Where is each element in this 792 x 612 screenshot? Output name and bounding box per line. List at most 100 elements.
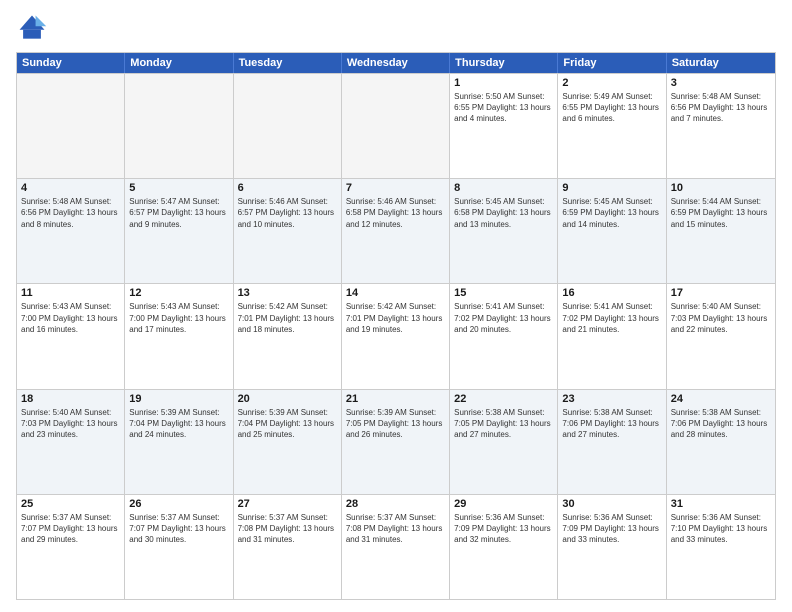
day-number: 13 <box>238 287 337 299</box>
day-info: Sunrise: 5:44 AM Sunset: 6:59 PM Dayligh… <box>671 196 771 230</box>
day-number: 12 <box>129 287 228 299</box>
day-cell-10: 10 Sunrise: 5:44 AM Sunset: 6:59 PM Dayli… <box>667 179 775 283</box>
day-info: Sunrise: 5:45 AM Sunset: 6:58 PM Dayligh… <box>454 196 553 230</box>
day-cell-27: 27Sunrise: 5:37 AM Sunset: 7:08 PM Dayli… <box>234 495 342 599</box>
day-number: 2 <box>562 77 661 89</box>
day-number: 20 <box>238 393 337 405</box>
day-cell-1: 1Sunrise: 5:50 AM Sunset: 6:55 PM Daylig… <box>450 74 558 178</box>
day-info: Sunrise: 5:39 AM Sunset: 7:04 PM Dayligh… <box>129 407 228 441</box>
day-number: 6 <box>238 182 337 194</box>
day-info: Sunrise: 5:37 AM Sunset: 7:07 PM Dayligh… <box>21 512 120 546</box>
day-number: 11 <box>21 287 120 299</box>
day-number: 7 <box>346 182 445 194</box>
day-info: Sunrise: 5:37 AM Sunset: 7:08 PM Dayligh… <box>346 512 445 546</box>
day-number: 25 <box>21 498 120 510</box>
day-cell-31: 31 Sunrise: 5:36 AM Sunset: 7:10 PM Dayli… <box>667 495 775 599</box>
header-cell-monday: Monday <box>125 53 233 73</box>
day-number: 21 <box>346 393 445 405</box>
day-info: Sunrise: 5:41 AM Sunset: 7:02 PM Dayligh… <box>562 301 661 335</box>
header-cell-thursday: Thursday <box>450 53 558 73</box>
day-cell-9: 9 Sunrise: 5:45 AM Sunset: 6:59 PM Daylig… <box>558 179 666 283</box>
empty-cell <box>125 74 233 178</box>
day-cell-8: 8Sunrise: 5:45 AM Sunset: 6:58 PM Daylig… <box>450 179 558 283</box>
day-info: Sunrise: 5:39 AM Sunset: 7:05 PM Dayligh… <box>346 407 445 441</box>
day-cell-30: 30 Sunrise: 5:36 AM Sunset: 7:09 PM Dayli… <box>558 495 666 599</box>
day-info: Sunrise: 5:38 AM Sunset: 7:06 PM Dayligh… <box>671 407 771 441</box>
day-number: 22 <box>454 393 553 405</box>
week-row-2: 11 Sunrise: 5:43 AM Sunset: 7:00 PM Dayli… <box>17 283 775 388</box>
day-number: 24 <box>671 393 771 405</box>
day-number: 10 <box>671 182 771 194</box>
day-cell-3: 3Sunrise: 5:48 AM Sunset: 6:56 PM Daylig… <box>667 74 775 178</box>
week-row-3: 18 Sunrise: 5:40 AM Sunset: 7:03 PM Dayli… <box>17 389 775 494</box>
day-cell-24: 24 Sunrise: 5:38 AM Sunset: 7:06 PM Dayli… <box>667 390 775 494</box>
day-info: Sunrise: 5:37 AM Sunset: 7:07 PM Dayligh… <box>129 512 228 546</box>
day-cell-7: 7 Sunrise: 5:46 AM Sunset: 6:58 PM Daylig… <box>342 179 450 283</box>
day-number: 16 <box>562 287 661 299</box>
day-cell-26: 26 Sunrise: 5:37 AM Sunset: 7:07 PM Dayli… <box>125 495 233 599</box>
day-info: Sunrise: 5:36 AM Sunset: 7:09 PM Dayligh… <box>454 512 553 546</box>
day-info: Sunrise: 5:48 AM Sunset: 6:56 PM Dayligh… <box>671 91 771 125</box>
day-info: Sunrise: 5:49 AM Sunset: 6:55 PM Dayligh… <box>562 91 661 125</box>
day-info: Sunrise: 5:42 AM Sunset: 7:01 PM Dayligh… <box>238 301 337 335</box>
day-info: Sunrise: 5:45 AM Sunset: 6:59 PM Dayligh… <box>562 196 661 230</box>
day-cell-21: 21 Sunrise: 5:39 AM Sunset: 7:05 PM Dayli… <box>342 390 450 494</box>
calendar: SundayMondayTuesdayWednesdayThursdayFrid… <box>16 52 776 600</box>
day-info: Sunrise: 5:46 AM Sunset: 6:58 PM Dayligh… <box>346 196 445 230</box>
logo <box>16 12 52 44</box>
week-row-4: 25 Sunrise: 5:37 AM Sunset: 7:07 PM Dayli… <box>17 494 775 599</box>
day-cell-5: 5 Sunrise: 5:47 AM Sunset: 6:57 PM Daylig… <box>125 179 233 283</box>
day-number: 18 <box>21 393 120 405</box>
day-cell-22: 22 Sunrise: 5:38 AM Sunset: 7:05 PM Dayli… <box>450 390 558 494</box>
empty-cell <box>234 74 342 178</box>
day-cell-13: 13 Sunrise: 5:42 AM Sunset: 7:01 PM Dayli… <box>234 284 342 388</box>
day-info: Sunrise: 5:47 AM Sunset: 6:57 PM Dayligh… <box>129 196 228 230</box>
day-number: 1 <box>454 77 553 89</box>
day-info: Sunrise: 5:43 AM Sunset: 7:00 PM Dayligh… <box>21 301 120 335</box>
header-cell-sunday: Sunday <box>17 53 125 73</box>
day-info: Sunrise: 5:41 AM Sunset: 7:02 PM Dayligh… <box>454 301 553 335</box>
day-cell-6: 6 Sunrise: 5:46 AM Sunset: 6:57 PM Daylig… <box>234 179 342 283</box>
day-cell-18: 18 Sunrise: 5:40 AM Sunset: 7:03 PM Dayli… <box>17 390 125 494</box>
empty-cell <box>17 74 125 178</box>
day-cell-19: 19 Sunrise: 5:39 AM Sunset: 7:04 PM Dayli… <box>125 390 233 494</box>
day-cell-16: 16 Sunrise: 5:41 AM Sunset: 7:02 PM Dayli… <box>558 284 666 388</box>
day-info: Sunrise: 5:36 AM Sunset: 7:09 PM Dayligh… <box>562 512 661 546</box>
day-cell-29: 29 Sunrise: 5:36 AM Sunset: 7:09 PM Dayli… <box>450 495 558 599</box>
day-info: Sunrise: 5:39 AM Sunset: 7:04 PM Dayligh… <box>238 407 337 441</box>
day-cell-28: 28 Sunrise: 5:37 AM Sunset: 7:08 PM Dayli… <box>342 495 450 599</box>
day-number: 27 <box>238 498 337 510</box>
day-number: 5 <box>129 182 228 194</box>
day-info: Sunrise: 5:40 AM Sunset: 7:03 PM Dayligh… <box>21 407 120 441</box>
day-cell-14: 14Sunrise: 5:42 AM Sunset: 7:01 PM Dayli… <box>342 284 450 388</box>
day-number: 30 <box>562 498 661 510</box>
day-cell-4: 4 Sunrise: 5:48 AM Sunset: 6:56 PM Daylig… <box>17 179 125 283</box>
day-number: 17 <box>671 287 771 299</box>
day-number: 9 <box>562 182 661 194</box>
day-number: 4 <box>21 182 120 194</box>
day-info: Sunrise: 5:38 AM Sunset: 7:06 PM Dayligh… <box>562 407 661 441</box>
day-info: Sunrise: 5:40 AM Sunset: 7:03 PM Dayligh… <box>671 301 771 335</box>
calendar-header: SundayMondayTuesdayWednesdayThursdayFrid… <box>17 53 775 73</box>
day-number: 28 <box>346 498 445 510</box>
day-number: 15 <box>454 287 553 299</box>
day-number: 23 <box>562 393 661 405</box>
day-info: Sunrise: 5:46 AM Sunset: 6:57 PM Dayligh… <box>238 196 337 230</box>
day-cell-25: 25 Sunrise: 5:37 AM Sunset: 7:07 PM Dayli… <box>17 495 125 599</box>
day-info: Sunrise: 5:48 AM Sunset: 6:56 PM Dayligh… <box>21 196 120 230</box>
day-cell-15: 15 Sunrise: 5:41 AM Sunset: 7:02 PM Dayli… <box>450 284 558 388</box>
day-cell-12: 12 Sunrise: 5:43 AM Sunset: 7:00 PM Dayli… <box>125 284 233 388</box>
day-number: 19 <box>129 393 228 405</box>
day-info: Sunrise: 5:36 AM Sunset: 7:10 PM Dayligh… <box>671 512 771 546</box>
day-number: 14 <box>346 287 445 299</box>
header-cell-friday: Friday <box>558 53 666 73</box>
day-number: 31 <box>671 498 771 510</box>
day-cell-17: 17 Sunrise: 5:40 AM Sunset: 7:03 PM Dayli… <box>667 284 775 388</box>
header-cell-saturday: Saturday <box>667 53 775 73</box>
day-number: 29 <box>454 498 553 510</box>
header-cell-wednesday: Wednesday <box>342 53 450 73</box>
day-info: Sunrise: 5:43 AM Sunset: 7:00 PM Dayligh… <box>129 301 228 335</box>
day-info: Sunrise: 5:38 AM Sunset: 7:05 PM Dayligh… <box>454 407 553 441</box>
day-number: 26 <box>129 498 228 510</box>
header <box>16 12 776 44</box>
